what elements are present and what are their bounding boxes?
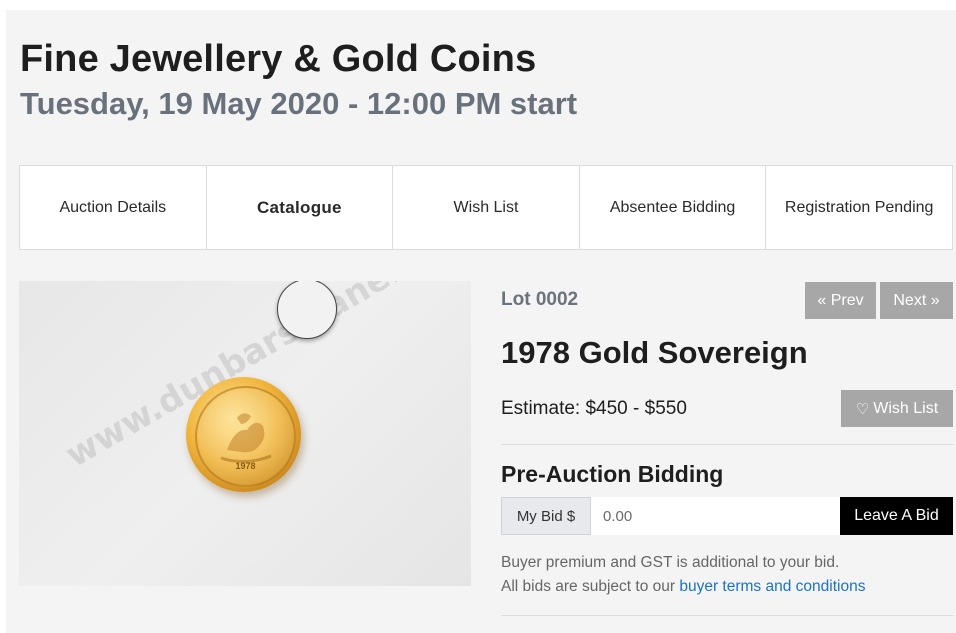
tab-registration-pending[interactable]: Registration Pending xyxy=(766,166,952,249)
buyer-premium-note: Buyer premium and GST is additional to y… xyxy=(501,554,840,571)
bid-amount-input[interactable] xyxy=(591,497,840,535)
auction-date: Tuesday, 19 May 2020 - 12:00 PM start xyxy=(20,86,578,121)
next-lot-button[interactable]: Next » xyxy=(880,282,953,319)
divider-bottom xyxy=(501,615,953,616)
tab-auction-details[interactable]: Auction Details xyxy=(20,166,207,249)
lot-estimate: Estimate: $450 - $550 xyxy=(501,398,687,419)
terms-note-prefix: All bids are subject to our xyxy=(501,578,680,595)
add-to-wish-list-button[interactable]: ♡ Wish List xyxy=(841,390,953,427)
tab-wish-list[interactable]: Wish List xyxy=(393,166,580,249)
zoom-lens-icon[interactable] xyxy=(277,281,337,339)
coin-year: 1978 xyxy=(235,461,256,471)
lot-title: 1978 Gold Sovereign xyxy=(501,335,808,370)
tab-catalogue[interactable]: Catalogue xyxy=(207,166,394,249)
wish-list-label: Wish List xyxy=(873,399,939,417)
prev-lot-button[interactable]: « Prev xyxy=(805,282,876,319)
coin-face: 1978 xyxy=(195,386,296,487)
auction-tabs: Auction Details Catalogue Wish List Abse… xyxy=(19,165,953,250)
pre-auction-bidding-heading: Pre-Auction Bidding xyxy=(501,461,724,487)
lot-image[interactable]: www.dunbarsloane.co.nz 1978 xyxy=(19,281,471,586)
bid-form: My Bid $ Leave A Bid xyxy=(501,497,953,535)
tab-absentee-bidding[interactable]: Absentee Bidding xyxy=(580,166,767,249)
leave-a-bid-button[interactable]: Leave A Bid xyxy=(840,497,953,535)
terms-note: All bids are subject to our buyer terms … xyxy=(501,578,865,596)
terms-and-conditions-link[interactable]: buyer terms and conditions xyxy=(679,578,865,595)
divider xyxy=(501,444,953,445)
gold-coin-image: 1978 xyxy=(186,377,301,492)
my-bid-addon: My Bid $ xyxy=(501,497,591,535)
heart-icon: ♡ xyxy=(855,400,870,418)
page-title: Fine Jewellery & Gold Coins xyxy=(20,38,537,80)
lot-number: Lot 0002 xyxy=(501,289,579,310)
